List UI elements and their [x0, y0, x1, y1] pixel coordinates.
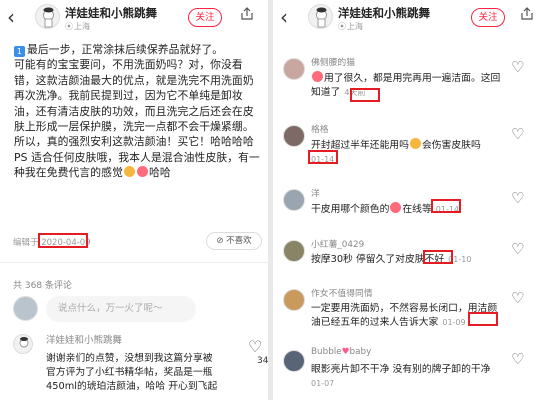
commenter-avatar[interactable] [283, 58, 305, 80]
comment-body: 在线等 [402, 204, 432, 215]
emoji-icon [390, 202, 402, 213]
comment-body: 会伤害皮肤吗 [421, 140, 481, 151]
heart-icon[interactable]: ♡ [511, 240, 524, 258]
commenter-avatar[interactable] [283, 125, 305, 147]
post-text: 最后一步，正常涂抹后续保养品就好了。 [27, 43, 224, 56]
location-pin-icon: ⦿ [338, 22, 346, 31]
divider [0, 262, 268, 263]
commenter-name[interactable]: 格格 [311, 122, 329, 135]
dislike-icon: ⊘ [216, 236, 224, 246]
author-name[interactable]: 洋娃娃和小熊跳舞 [338, 5, 430, 21]
laughing-emoji-icon [123, 166, 135, 178]
comment-text: 按摩30秒 停留久了对皮肤不好 01-10 [311, 253, 501, 267]
comment-text: 用了很久，都是用完再用一遍洁面。这回知道了 4天前 [311, 71, 501, 99]
commenter-name[interactable]: 作女不值得同情 [311, 286, 373, 299]
comment-input[interactable]: 说点什么，万一火了呢～ [46, 296, 196, 322]
author-avatar[interactable] [13, 334, 33, 354]
comments-total: 共 368 条评论 [13, 281, 72, 291]
heart-icon[interactable]: ♡ [511, 350, 524, 368]
emoji-icon [312, 71, 323, 82]
number-one-icon: 1 [14, 46, 25, 57]
comment-item: 佛侧腰的猫 用了很久，都是用完再用一遍洁面。这回知道了 4天前 ♡ [273, 58, 541, 108]
post-text: 哈哈 [148, 166, 171, 180]
commenter-name[interactable]: 佛侧腰的猫 [311, 55, 355, 68]
commenter-name[interactable]: 洋 [311, 186, 320, 199]
comment-body: 干皮用哪个颜色的 [311, 204, 390, 215]
commenter-name[interactable]: 小红薯_0429 [311, 237, 364, 250]
reply-text: 谢谢亲们的点赞，没想到我这篇分享被官方评为了小红书精华帖，奖品是一瓶450ml的… [46, 353, 218, 392]
post-body: 1 最后一步，正常涂抹后续保养品就好了。 可能有的宝宝要问，不用洗面奶吗？对，你没… [14, 42, 262, 181]
heart-icon: ♥ [341, 347, 350, 357]
comments-screen: ‹ 洋娃娃和小熊跳舞 ⦿上海 关注 佛侧腰的猫 用了很久，都是用完再用一遍洁面。… [273, 0, 541, 400]
reply-author-name[interactable]: 洋娃娃和小熊跳舞 [46, 332, 122, 346]
commenter-name[interactable]: Bubble♥baby [311, 347, 371, 357]
location-text: 上海 [347, 22, 363, 31]
comment-date: 01-07 [311, 378, 335, 388]
comment-item: 洋 干皮用哪个颜色的 在线等 01-14 ♡ [273, 189, 541, 239]
post-paragraph-3: 所以，真的强烈安利这款洁颜油！买它！哈哈哈哈 [14, 135, 254, 149]
commenter-name-text: Bubble [311, 347, 342, 357]
commenter-name-text: baby [349, 347, 372, 357]
dislike-button[interactable]: ⊘ 不喜欢 [206, 232, 262, 250]
follow-button[interactable]: 关注 [188, 8, 222, 27]
highlight-box [431, 199, 461, 213]
highlight-box [350, 88, 380, 102]
post-paragraph-4: PS 适合任何皮肤哦，我本人是混合油性皮肤，有一种我在免费代言的感觉 哈哈 [14, 150, 262, 181]
post-text: PS 适合任何皮肤哦，我本人是混合油性皮肤，有一种我在免费代言的感觉 [14, 150, 260, 180]
post-paragraph-1: 1 最后一步，正常涂抹后续保养品就好了。 [14, 42, 262, 57]
comment-item: 作女不值得同情 一定要用洗面奶，不然容易长闭口，用洁颜油已经五年的过来人告诉大家… [273, 289, 541, 339]
heart-icon[interactable]: ♡ [511, 125, 524, 143]
author-avatar[interactable] [35, 4, 60, 29]
commenter-avatar[interactable] [283, 350, 305, 372]
laughing-emoji-icon [136, 166, 148, 178]
like-count: 34 [257, 356, 268, 366]
share-icon[interactable] [520, 7, 534, 21]
post-paragraph-2: 可能有的宝宝要问，不用洗面奶吗？对，你没看错，这款洁颜油最大的优点，就是洗完不用… [14, 58, 254, 134]
comment-date: 01-09 [442, 317, 466, 327]
author-avatar[interactable] [308, 4, 333, 29]
heart-icon[interactable]: ♡ [511, 58, 524, 76]
highlight-box [423, 250, 453, 264]
author-location: ⦿上海 [65, 21, 90, 32]
author-location: ⦿上海 [338, 21, 363, 32]
post-detail-screen: ‹ 洋娃娃和小熊跳舞 ⦿上海 关注 1 最后一步，正常涂抹后续保养品就好了。 可能… [0, 0, 268, 400]
my-avatar [13, 296, 38, 321]
top-bar: ‹ 洋娃娃和小熊跳舞 ⦿上海 关注 [273, 0, 541, 38]
author-name[interactable]: 洋娃娃和小熊跳舞 [65, 5, 157, 21]
top-bar: ‹ 洋娃娃和小熊跳舞 ⦿上海 关注 [0, 0, 268, 38]
highlight-box [38, 233, 88, 248]
location-pin-icon: ⦿ [65, 22, 73, 31]
commenter-avatar[interactable] [283, 189, 305, 211]
heart-icon[interactable]: ♡ [511, 289, 524, 307]
heart-icon[interactable]: ♡ [248, 337, 262, 356]
chevron-left-icon[interactable]: ‹ [7, 7, 15, 27]
commenter-avatar[interactable] [283, 289, 305, 311]
comment-body: 眼影亮片卸不干净 没有别的牌子卸的干净 [311, 364, 491, 375]
comment-item: 小红薯_0429 按摩30秒 停留久了对皮肤不好 01-10 ♡ [273, 240, 541, 290]
comment-text: 眼影亮片卸不干净 没有别的牌子卸的干净 01-07 [311, 363, 501, 390]
dislike-label: 不喜欢 [226, 236, 252, 246]
chevron-left-icon[interactable]: ‹ [280, 7, 288, 27]
comment-text: 干皮用哪个颜色的 在线等 01-14 [311, 202, 501, 217]
comment-text: 开封超过半年还能用吗 会伤害皮肤吗 01-14 [311, 138, 501, 166]
edited-prefix: 编辑于 [13, 238, 39, 248]
location-text: 上海 [74, 22, 90, 31]
heart-icon[interactable]: ♡ [511, 189, 524, 207]
share-icon[interactable] [240, 7, 254, 21]
comment-item: Bubble♥baby 眼影亮片卸不干净 没有别的牌子卸的干净 01-07 ♡ [273, 347, 541, 400]
comment-body: 用了很久，都是用完再用一遍洁面。这回知道了 [311, 73, 501, 98]
highlight-box [468, 312, 498, 326]
follow-button[interactable]: 关注 [471, 8, 505, 27]
commenter-avatar[interactable] [283, 240, 305, 262]
highlight-box [308, 150, 338, 164]
emoji-icon [409, 138, 421, 149]
